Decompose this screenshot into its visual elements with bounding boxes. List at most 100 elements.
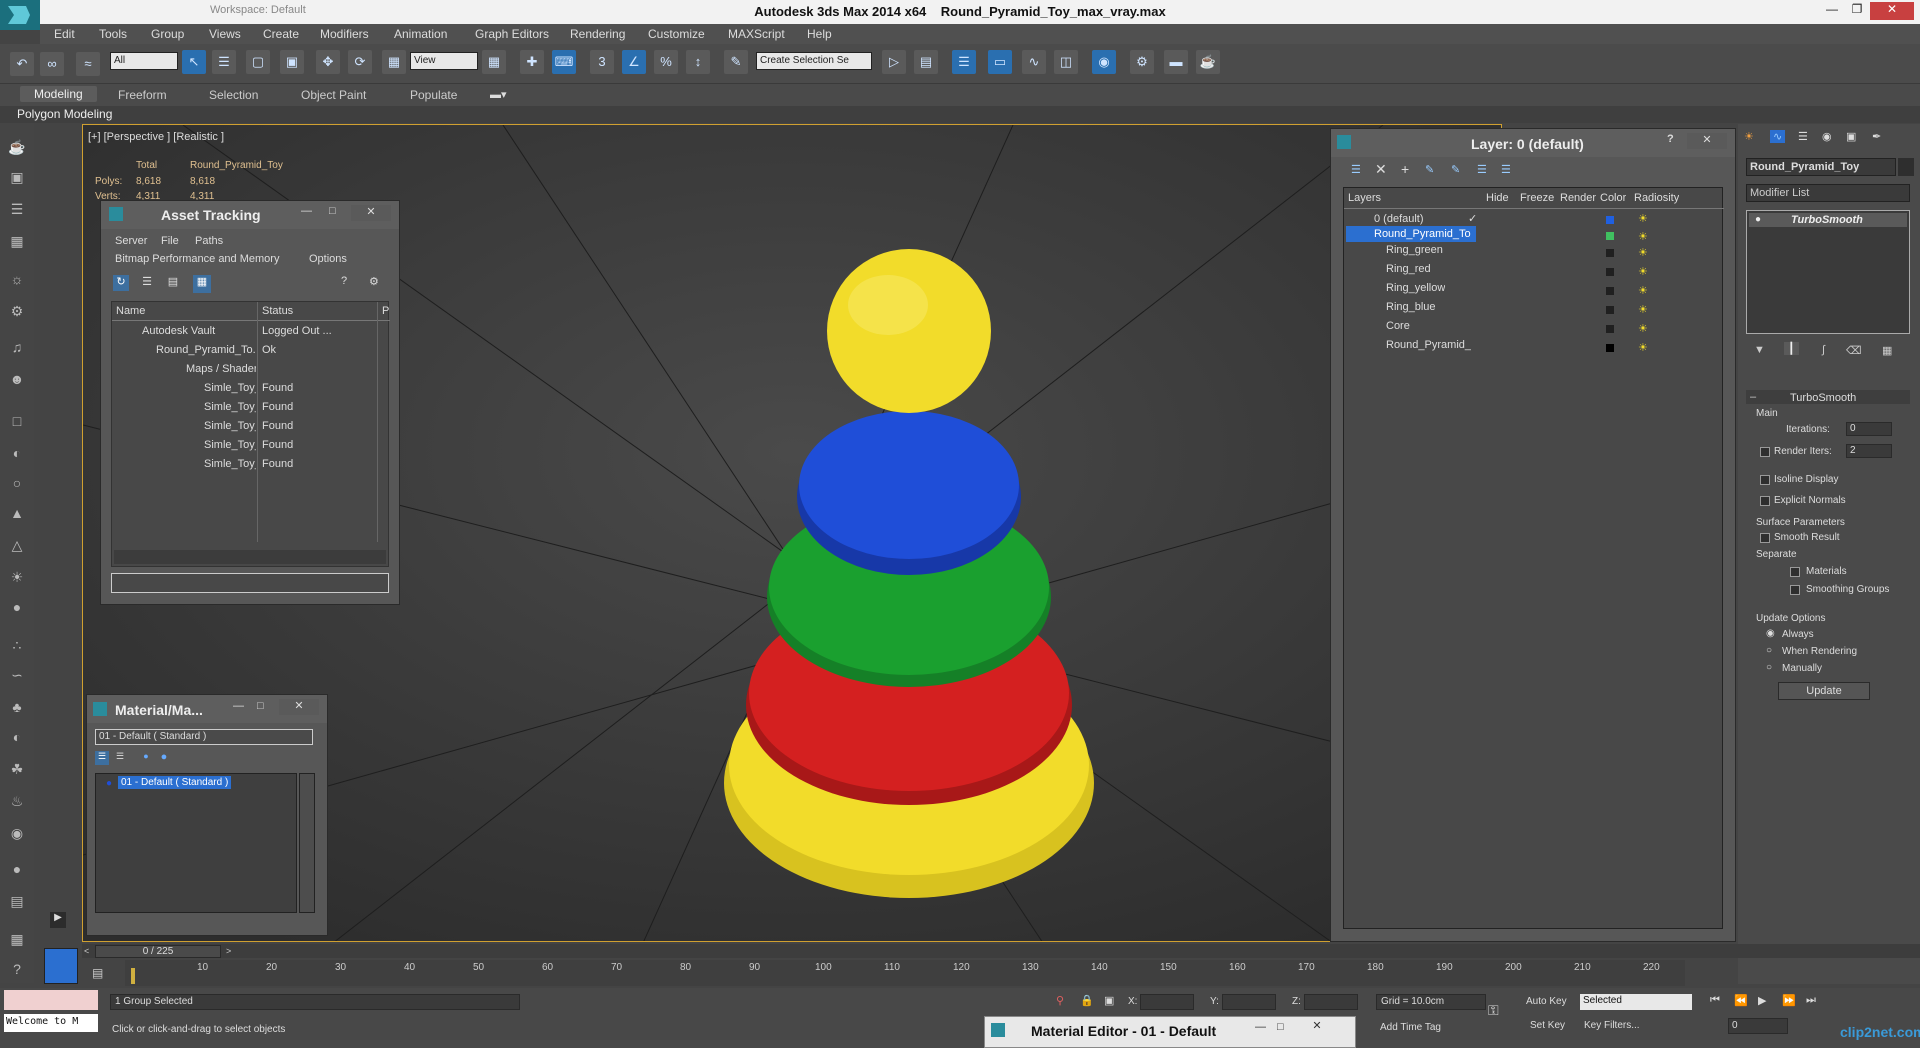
mini-curve-editor-icon[interactable] [44,948,78,984]
radiosity-icon[interactable]: ☀ [1638,246,1648,259]
light-icon[interactable]: ☼ [6,268,28,290]
maxscript-mini-listener[interactable]: Welcome to M [4,1014,98,1032]
x-coordinate-field[interactable] [1140,994,1194,1010]
list-view-icon[interactable]: ☰ [139,275,155,291]
col-color[interactable]: Color [1600,192,1626,204]
absolute-mode-icon[interactable]: ▣ [1104,994,1114,1007]
move-icon[interactable]: ✥ [316,50,340,74]
menu-animation[interactable]: Animation [394,27,447,41]
camera-icon[interactable]: ▣ [6,166,28,188]
viewport-label[interactable]: [+] [Perspective ] [Realistic ] [88,131,224,143]
manually-radio-icon[interactable]: ○ [1766,662,1772,673]
asset-menu-options[interactable]: Options [309,253,347,265]
snaps-toggle-icon[interactable]: 3 [590,50,614,74]
spline-icon[interactable]: ∽ [6,664,28,686]
asset-hscrollbar[interactable] [114,550,386,564]
asset-menu-server[interactable]: Server [115,235,147,247]
asset-settings-icon[interactable]: ⚙ [369,275,379,288]
layer-row-ring-yellow[interactable]: Ring_yellow [1386,282,1445,294]
asset-close-button[interactable]: ✕ [351,205,391,221]
radiosity-icon[interactable]: ☀ [1638,322,1648,335]
percent-snap-icon[interactable]: % [654,50,678,74]
tab-object-paint[interactable]: Object Paint [301,88,366,102]
iterations-spinner[interactable]: 0 [1846,422,1892,436]
menu-modifiers[interactable]: Modifiers [320,27,369,41]
sound-icon[interactable]: ♫ [6,336,28,358]
rotate-icon[interactable]: ⟳ [348,50,372,74]
ball-icon[interactable]: ● [6,858,28,880]
menu-help[interactable]: Help [807,27,832,41]
smooth-result-checkbox[interactable] [1760,533,1770,543]
play-icon[interactable]: ▶ [1758,994,1766,1007]
asset-path-field[interactable] [111,573,389,593]
always-radio-icon[interactable]: ◉ [1766,628,1775,639]
layer-row-ring-green[interactable]: Ring_green [1386,244,1443,256]
link-icon[interactable]: ∞ [40,52,64,76]
set-keys-icon[interactable]: ⚿ [1488,1002,1499,1019]
people-icon[interactable]: ☻ [6,368,28,390]
material-editor-max-button[interactable]: □ [1277,1021,1284,1033]
material-editor-window[interactable]: Material Editor - 01 - Default — □ ✕ [984,1016,1356,1048]
next-frame-icon[interactable]: ⏩ [1782,994,1796,1007]
tree-icon[interactable]: ♣ [6,696,28,718]
asset-row-file[interactable]: Round_Pyramid_To... [156,344,256,356]
edit-named-selection-icon[interactable]: ✎ [724,50,748,74]
rendered-frame-window-icon[interactable]: ▬ [1164,50,1188,74]
tab-freeform[interactable]: Freeform [118,88,167,102]
when-rendering-radio-icon[interactable]: ○ [1766,645,1772,656]
modify-tab-icon[interactable]: ∿ [1770,130,1786,143]
noise-icon[interactable]: ◉ [6,822,28,844]
prev-frame-arrow-icon[interactable]: < [84,946,89,956]
explicit-normals-checkbox[interactable] [1760,496,1770,506]
stairs-icon[interactable]: ▤ [6,890,28,912]
refresh-icon[interactable]: ↻ [113,275,129,291]
layer-color-swatch[interactable] [1606,287,1614,295]
script-icon[interactable]: ▦ [6,928,28,950]
mirror-icon[interactable]: ▷ [882,50,906,74]
layer-color-swatch[interactable] [1606,306,1614,314]
close-button[interactable]: ✕ [1870,2,1914,20]
tab-populate[interactable]: Populate [410,88,457,102]
material-editor-min-button[interactable]: — [1255,1021,1266,1033]
col-status[interactable]: Status [262,305,342,317]
asset-max-button[interactable]: □ [329,205,336,217]
material-editor-icon[interactable]: ◉ [1092,50,1116,74]
select-manipulate-icon[interactable]: ✚ [520,50,544,74]
layer-color-swatch[interactable] [1606,344,1614,352]
goto-end-icon[interactable]: ⏭ [1806,994,1816,1007]
dome-icon[interactable]: ◐ [6,442,28,464]
named-selection-dropdown[interactable]: Create Selection Se [756,52,872,70]
col-freeze[interactable]: Freeze [1520,192,1554,204]
radiosity-icon[interactable]: ☀ [1638,303,1648,316]
col-hide[interactable]: Hide [1486,192,1509,204]
utilities-tab-icon[interactable]: ✒ [1872,130,1881,143]
z-coordinate-field[interactable] [1304,994,1358,1010]
layer-row-core[interactable]: Core [1386,320,1410,332]
layer-row-ring-blue[interactable]: Ring_blue [1386,301,1436,313]
asset-menu-bitmap[interactable]: Bitmap Performance and Memory [115,253,279,265]
layer-color-swatch[interactable] [1606,216,1614,224]
help-icon[interactable]: ? [6,958,28,980]
hat-icon[interactable]: ▲ [6,502,28,524]
keyboard-shortcut-override-icon[interactable]: ⌨ [552,50,576,74]
isolate-icon[interactable]: ⚲ [1056,994,1064,1007]
minimize-button[interactable]: — [1820,2,1844,20]
create-tab-icon[interactable]: ☀ [1744,130,1754,143]
tab-selection[interactable]: Selection [209,88,258,102]
asset-row-gl[interactable]: Simle_Toy_Gl... [204,420,256,432]
layer-color-swatch[interactable] [1606,268,1614,276]
selection-filter-dropdown[interactable]: All [110,52,178,70]
object-color-swatch[interactable] [1898,158,1914,176]
pin-stack-icon[interactable]: ▼ [1754,344,1765,356]
menu-customize[interactable]: Customize [648,27,705,41]
list-icon[interactable]: ☰ [6,198,28,220]
rollout-collapse-icon[interactable]: – [1750,391,1756,403]
update-button[interactable]: Update [1778,682,1870,700]
menu-create[interactable]: Create [263,27,299,41]
key-mode-dropdown[interactable]: Selected [1580,994,1692,1010]
layer-color-swatch[interactable] [1606,249,1614,257]
asset-min-button[interactable]: — [301,205,312,217]
teapot-icon[interactable]: ☕ [6,136,28,158]
asset-row-fre[interactable]: Simle_Toy_Fre... [204,401,256,413]
material-sphere-small-icon[interactable]: ● [139,751,153,765]
